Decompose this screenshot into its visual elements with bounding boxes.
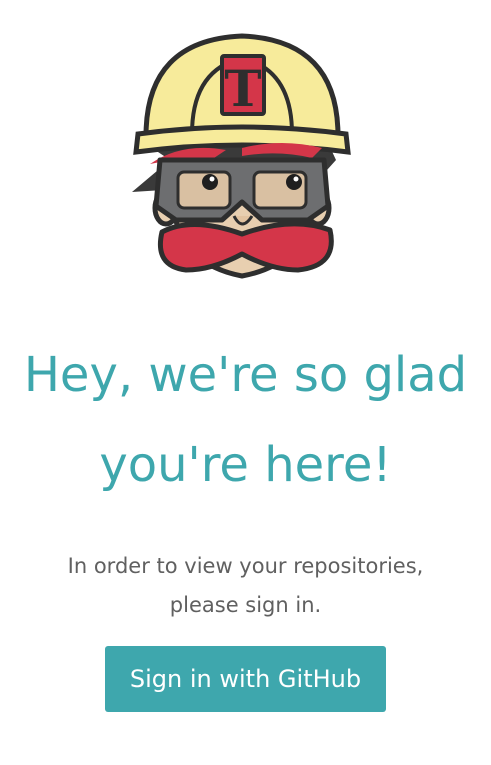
right-eye-glint	[293, 176, 299, 182]
sign-in-message: In order to view your repositories, plea…	[0, 547, 491, 625]
sign-in-with-github-button[interactable]: Sign in with GitHub	[105, 646, 386, 712]
message-line-1: In order to view your repositories,	[67, 554, 424, 578]
travis-ci-mascot-icon: T	[132, 33, 351, 279]
page-title: Hey, we're so glad you're here!	[0, 330, 491, 510]
message-line-2: please sign in.	[169, 593, 322, 617]
left-eye-glint	[209, 176, 215, 182]
sign-in-page: T Hey, we're so glad you're here! In ord…	[0, 0, 491, 765]
right-eye-shape	[286, 174, 302, 190]
badge-letter: T	[224, 59, 261, 118]
left-eye-shape	[202, 174, 218, 190]
title-line-2: you're here!	[99, 437, 392, 493]
title-line-1: Hey, we're so glad	[23, 347, 468, 403]
